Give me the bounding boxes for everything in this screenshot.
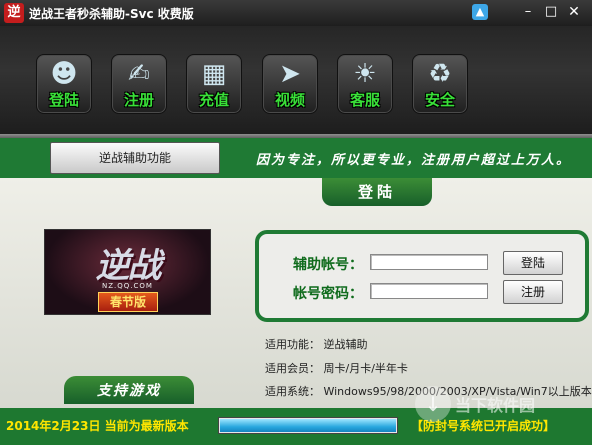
game-banner: 逆战 NZ.QQ.COM 春节版 (44, 229, 211, 315)
toolbar: ☻ 登陆 ✍ 注册 ▦ 充值 ➤ 视频 ☀ 客服 ♻ 安全 (0, 26, 592, 138)
shirt-icon[interactable]: ▲ (472, 4, 488, 20)
toolbar-support-button[interactable]: ☀ 客服 (337, 54, 393, 114)
toolbar-recharge-label: 充值 (198, 91, 229, 109)
login-box: 辅助帐号： 登陆 帐号密码： 注册 (255, 230, 589, 322)
toolbar-support-label: 客服 (349, 91, 380, 109)
window-title: 逆战王者秒杀辅助-Svc 收费版 (29, 7, 194, 21)
toolbar-register-label: 注册 (123, 91, 154, 109)
account-input[interactable] (370, 254, 488, 270)
banner-title: 逆战 (95, 246, 162, 286)
watermark-text: 当下软件园 (455, 396, 536, 415)
register-button[interactable]: 注册 (503, 280, 563, 304)
account-label: 辅助帐号： (293, 257, 363, 273)
app-logo-icon: 逆 (4, 3, 24, 23)
banner-tag: 春节版 (98, 292, 158, 312)
login-tab: 登陆 (322, 178, 432, 206)
toolbar-security-button[interactable]: ♻ 安全 (412, 54, 468, 114)
maximize-button[interactable]: □ (543, 4, 559, 20)
support-games-tab[interactable]: 支持游戏 (64, 376, 194, 404)
toolbar-video-label: 视频 (274, 91, 305, 109)
title-bar[interactable]: 逆 逆战王者秒杀辅助-Svc 收费版 ▲ – □ ✕ (0, 0, 592, 26)
info-member: 适用会员： 周卡/月卡/半年卡 (265, 362, 408, 375)
minimize-button[interactable]: – (520, 4, 536, 20)
toolbar-login-label: 登陆 (48, 91, 79, 109)
support-icon: ☀ (353, 59, 377, 89)
info-function: 适用功能： 逆战辅助 (265, 338, 368, 351)
download-icon: ↓ (415, 386, 451, 422)
progress-fill (220, 419, 396, 432)
close-button[interactable]: ✕ (566, 4, 582, 20)
slogan-text: 因为专注，所以更专业，注册用户超过上万人。 (256, 153, 572, 168)
progress-bar (218, 417, 398, 434)
card-icon: ▦ (201, 59, 227, 89)
register-icon: ✍ (128, 59, 150, 89)
password-input[interactable] (370, 283, 488, 299)
toolbar-security-label: 安全 (424, 91, 455, 109)
function-button[interactable]: 逆战辅助功能 (50, 142, 220, 174)
toolbar-login-button[interactable]: ☻ 登陆 (36, 54, 92, 114)
login-button[interactable]: 登陆 (503, 251, 563, 275)
users-icon: ☻ (50, 59, 78, 89)
password-label: 帐号密码： (293, 286, 363, 302)
banner-url: NZ.QQ.COM (102, 282, 153, 290)
main-window: 逆 逆战王者秒杀辅助-Svc 收费版 ▲ – □ ✕ ☻ 登陆 ✍ 注册 ▦ 充… (0, 0, 592, 445)
video-icon: ➤ (279, 59, 301, 89)
shield-icon: ♻ (428, 59, 452, 89)
status-date: 2014年2月23日 当前为最新版本 (6, 419, 189, 433)
toolbar-video-button[interactable]: ➤ 视频 (262, 54, 318, 114)
toolbar-recharge-button[interactable]: ▦ 充值 (186, 54, 242, 114)
toolbar-register-button[interactable]: ✍ 注册 (111, 54, 167, 114)
